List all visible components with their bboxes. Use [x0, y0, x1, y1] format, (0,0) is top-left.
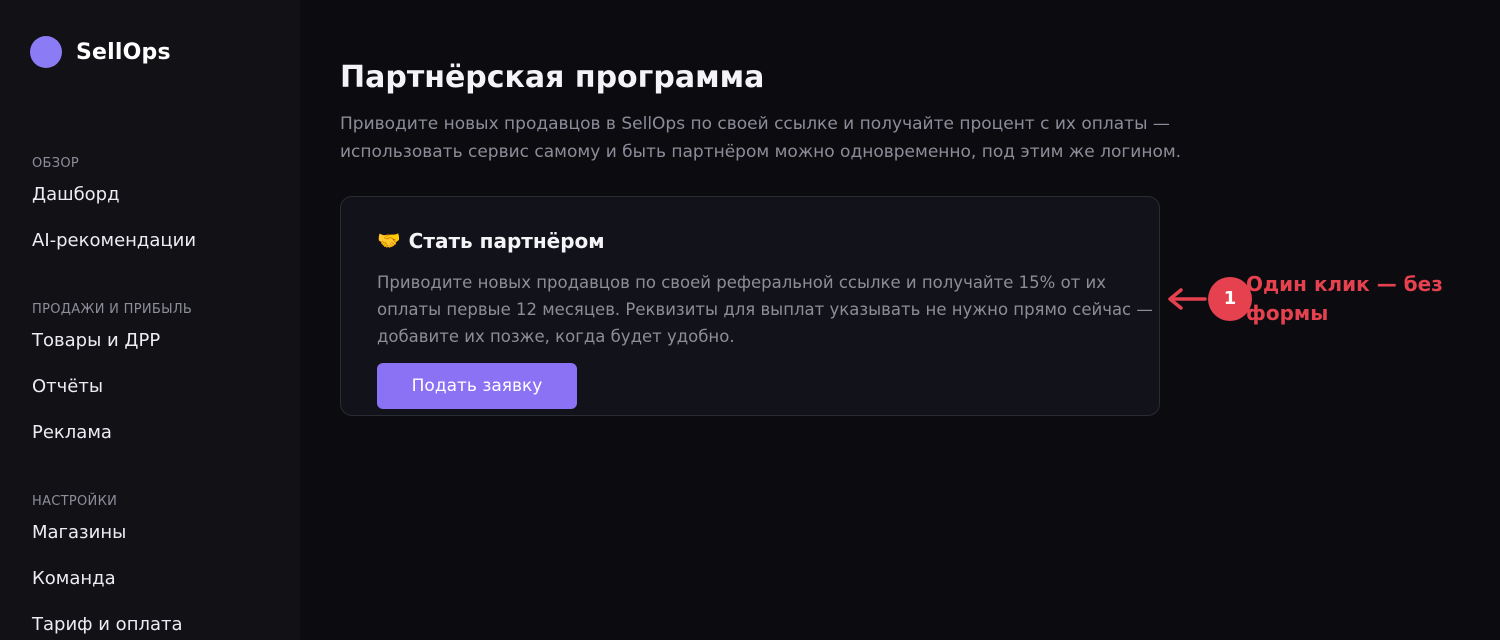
nav-heading: ПРОДАЖИ И ПРИБЫЛЬ — [32, 302, 193, 317]
app-root: SellOps ОБЗОР Дашборд AI-рекомендации ПР… — [0, 0, 1500, 640]
card-title: Стать партнёром — [408, 229, 605, 253]
sidebar-item-products[interactable]: Товары и ДРР — [32, 320, 192, 366]
sidebar-item-shops[interactable]: Магазины — [32, 512, 183, 558]
sidebar-item-ads[interactable]: Реклама — [32, 412, 192, 458]
nav-section-overview: ОБЗОР Дашборд AI-рекомендации — [32, 156, 196, 266]
annotation-arrow-icon — [1168, 288, 1207, 310]
handshake-icon: 🤝 — [377, 229, 401, 252]
brand[interactable]: SellOps — [30, 36, 171, 68]
partner-card: 🤝 Стать партнёром Приводите новых продав… — [340, 196, 1160, 416]
sidebar-item-reports[interactable]: Отчёты — [32, 366, 192, 412]
card-title-row: 🤝 Стать партнёром — [377, 229, 605, 253]
nav-section-settings: НАСТРОЙКИ Магазины Команда Тариф и оплат… — [32, 494, 183, 640]
apply-button[interactable]: Подать заявку — [377, 363, 577, 409]
brand-logo-icon — [30, 36, 62, 68]
card-description: Приводите новых продавцов по своей рефер… — [377, 273, 1153, 346]
sidebar-item-team[interactable]: Команда — [32, 558, 183, 604]
nav-section-sales: ПРОДАЖИ И ПРИБЫЛЬ Товары и ДРР Отчёты Ре… — [32, 302, 192, 458]
sidebar: SellOps ОБЗОР Дашборд AI-рекомендации ПР… — [0, 0, 300, 640]
sidebar-item-dashboard[interactable]: Дашборд — [32, 174, 196, 220]
page-title: Партнёрская программа — [340, 60, 765, 95]
annotation-text: Один клик — без формы — [1246, 272, 1443, 325]
nav-heading: ОБЗОР — [32, 156, 80, 171]
brand-name: SellOps — [76, 39, 171, 65]
page-description: Приводите новых продавцов в SellOps по с… — [340, 114, 1182, 162]
sidebar-item-billing[interactable]: Тариф и оплата — [32, 604, 183, 640]
nav-heading: НАСТРОЙКИ — [32, 494, 118, 509]
sidebar-item-ai-recommendations[interactable]: AI-рекомендации — [32, 220, 196, 266]
